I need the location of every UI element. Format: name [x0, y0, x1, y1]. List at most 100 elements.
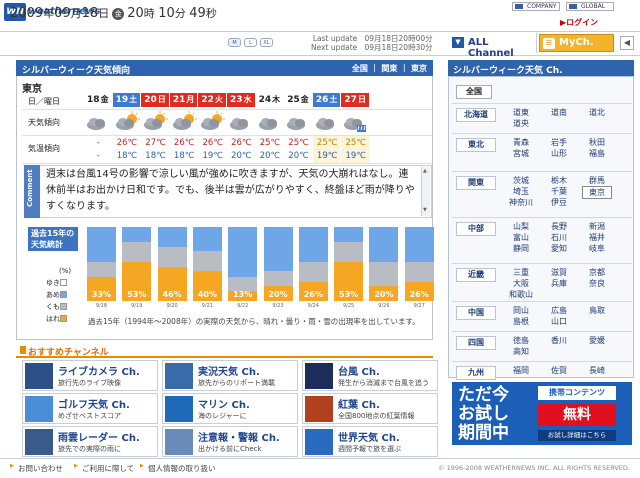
prefecture-link[interactable]: 岡山 [506, 305, 536, 316]
bar-date-label: 9/25 [342, 303, 355, 309]
channel-item[interactable]: ゴルフ天気 Ch. めざせベストスコア [22, 393, 158, 424]
prefecture-link[interactable]: 山口 [544, 316, 574, 327]
temp-low: 19℃ [202, 151, 223, 161]
prefecture-link[interactable]: 山梨 [506, 221, 536, 232]
prefecture-link[interactable]: 茨城 [506, 175, 536, 186]
prefecture-link[interactable]: 岐阜 [582, 243, 612, 254]
global-link[interactable]: GLOBAL [566, 2, 614, 11]
prefecture-link[interactable]: 福岡 [506, 365, 536, 376]
comment-scrollbar[interactable]: ▲ ▼ [421, 167, 430, 216]
channel-desc: 発生から消滅まで台風を追う [338, 379, 429, 387]
ad-detail-link[interactable]: お試し詳細はこちら [538, 430, 616, 441]
font-size-xl-button[interactable]: XL [260, 38, 273, 47]
terms-link[interactable]: ご利用に際して [74, 463, 134, 474]
region-button[interactable]: 中部 [456, 222, 496, 236]
prefecture-link[interactable]: 千葉 [544, 186, 574, 197]
bar-date-label: 9/21 [201, 303, 213, 309]
prefecture-link[interactable]: 道南 [544, 107, 574, 118]
region-button[interactable]: 北海道 [456, 108, 496, 122]
prefecture-link[interactable]: 埼玉 [506, 186, 536, 197]
font-size-m-button[interactable]: M [228, 38, 241, 47]
bar-date-label: 9/27 [413, 303, 425, 309]
prefecture-link[interactable]: 福島 [582, 148, 612, 159]
temp-low: 20℃ [231, 151, 252, 161]
channel-item[interactable]: 雨雲レーダー Ch. 旅先での実際の雨に [22, 426, 158, 457]
all-channel-button[interactable]: ▼ ALL Channel [447, 33, 537, 59]
prefecture-link[interactable]: 宮城 [506, 148, 536, 159]
prefecture-link[interactable]: 福井 [582, 232, 612, 243]
prefecture-link[interactable]: 京都 [582, 267, 612, 278]
scroll-down-icon[interactable]: ▼ [423, 207, 427, 213]
region-button[interactable]: 中国 [456, 306, 496, 320]
prefecture-link[interactable]: 兵庫 [544, 278, 574, 289]
prefecture-link[interactable]: 岩手 [544, 137, 574, 148]
prefecture-link[interactable]: 富山 [506, 232, 536, 243]
ad-line1: ただ今 [458, 385, 509, 405]
prefecture-link[interactable]: 秋田 [582, 137, 612, 148]
row-divider [22, 135, 432, 136]
bar-sun-label: 26% [409, 289, 429, 299]
channel-item[interactable]: 注意報・警報 Ch. 出かける前にCheck [162, 426, 298, 457]
bar-rain [157, 227, 187, 247]
prefecture-link[interactable]: 山形 [544, 148, 574, 159]
prefecture-link[interactable]: 東京 [582, 186, 612, 199]
prefecture-link[interactable]: 道北 [582, 107, 612, 118]
bar-rain [228, 227, 258, 277]
prefecture-link[interactable]: 大阪 [506, 278, 536, 289]
prefecture-link[interactable]: 群馬 [582, 175, 612, 186]
prefecture-link[interactable]: 和歌山 [506, 289, 536, 300]
next-update-row: Next update 09月18日20時30分 [311, 43, 433, 52]
channel-item[interactable]: 実況天気 Ch. 旅先からのリポート満載 [162, 360, 298, 391]
nationwide-button[interactable]: 全国 [456, 85, 492, 99]
prefecture-link[interactable]: 鳥取 [582, 305, 612, 316]
channel-item[interactable]: 紅葉 Ch. 全国800地点の紅葉情報 [302, 393, 438, 424]
collapse-arrow-icon[interactable]: ◀ [620, 36, 634, 50]
region-button[interactable]: 近畿 [456, 268, 496, 282]
region-button[interactable]: 四国 [456, 336, 496, 350]
forecast-day-header: 19土 [112, 93, 141, 107]
prefecture-link[interactable]: 石川 [544, 232, 574, 243]
login-link[interactable]: ▶ログイン [560, 17, 598, 28]
prefecture-link[interactable]: 神奈川 [506, 197, 536, 208]
region-button[interactable]: 九州 [456, 366, 496, 380]
prefecture-link[interactable]: 徳島 [506, 335, 536, 346]
prefecture-link[interactable]: 佐賀 [544, 365, 574, 376]
prefecture-link[interactable]: 新潟 [582, 221, 612, 232]
channel-item[interactable]: ライブカメラ Ch. 旅行先のライブ映像 [22, 360, 158, 391]
region-breadcrumb[interactable]: 全国 ｜ 関東 ｜ 東京 [352, 63, 427, 74]
prefecture-link[interactable]: 長野 [544, 221, 574, 232]
prefecture-link[interactable]: 道央 [506, 118, 536, 129]
temp-high: 25℃ [259, 138, 281, 148]
region-button[interactable]: 東北 [456, 138, 496, 152]
prefecture-link[interactable]: 静岡 [506, 243, 536, 254]
prefecture-link[interactable]: 三重 [506, 267, 536, 278]
contact-link[interactable]: お問い合わせ [10, 463, 63, 474]
prefecture-link[interactable]: 高知 [506, 346, 536, 357]
prefecture-link[interactable]: 長崎 [582, 365, 612, 376]
channel-item[interactable]: 台風 Ch. 発生から消滅まで台風を追う [302, 360, 438, 391]
forecast-day-header: 24木 [255, 93, 284, 107]
prefecture-link[interactable]: 青森 [506, 137, 536, 148]
prefecture-link[interactable]: 愛媛 [582, 335, 612, 346]
font-size-l-button[interactable]: L [244, 38, 257, 47]
bar-date-label: 9/26 [378, 303, 390, 309]
legend-label: あめ [46, 291, 60, 299]
channel-item[interactable]: マリン Ch. 海のレジャーに [162, 393, 298, 424]
prefecture-link[interactable]: 道東 [506, 107, 536, 118]
company-link[interactable]: COMPANY [512, 2, 560, 11]
scroll-up-icon[interactable]: ▲ [423, 168, 427, 174]
prefecture-link[interactable]: 広島 [544, 305, 574, 316]
temp-high: 25℃ [345, 138, 366, 148]
region-button[interactable]: 関東 [456, 176, 496, 190]
prefecture-link[interactable]: 伊豆 [544, 197, 574, 208]
privacy-link[interactable]: 個人情報の取り扱い [140, 463, 216, 474]
prefecture-link[interactable]: 香川 [544, 335, 574, 346]
channel-item[interactable]: 世界天気 Ch. 週間予報で旅を選ぶ [302, 426, 438, 457]
prefecture-link[interactable]: 栃木 [544, 175, 574, 186]
prefecture-link[interactable]: 愛知 [544, 243, 574, 254]
prefecture-link[interactable]: 島根 [506, 316, 536, 327]
mych-button[interactable]: ☰ MyCh. [539, 34, 614, 52]
prefecture-link[interactable]: 奈良 [582, 278, 612, 289]
prefecture-link[interactable]: 滋賀 [544, 267, 574, 278]
region-row: 東北 青森 岩手 秋田宮城 山形 福島 [452, 133, 632, 171]
